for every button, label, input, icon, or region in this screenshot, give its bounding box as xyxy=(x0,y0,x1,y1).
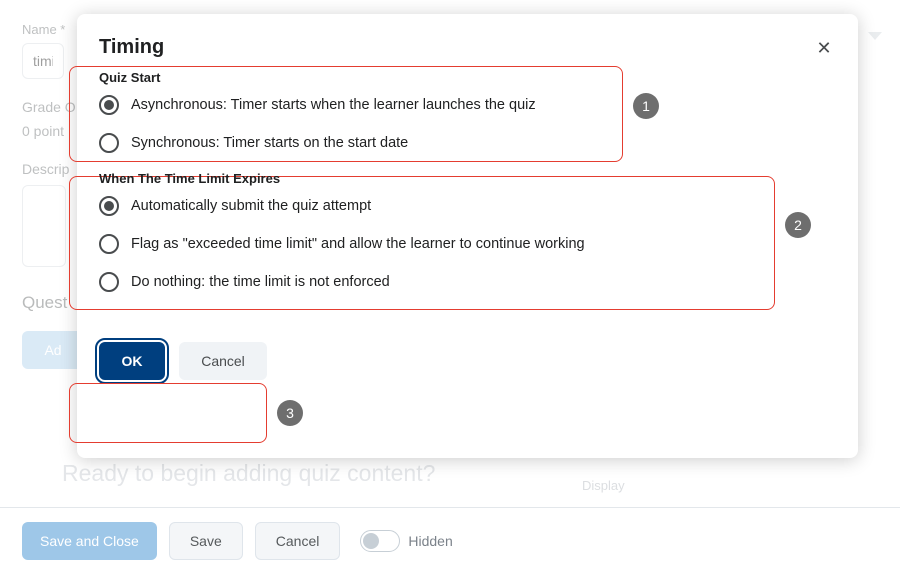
radio-label: Automatically submit the quiz attempt xyxy=(131,198,371,214)
display-label: Display xyxy=(582,478,625,493)
description-box[interactable] xyxy=(22,185,66,267)
toggle-switch[interactable] xyxy=(360,530,400,552)
radio-label: Flag as "exceeded time limit" and allow … xyxy=(131,236,585,252)
radio-label: Synchronous: Timer starts on the start d… xyxy=(131,135,408,151)
radio-label: Asynchronous: Timer starts when the lear… xyxy=(131,97,536,113)
time-expires-group: When The Time Limit Expires Automaticall… xyxy=(99,171,836,292)
radio-do-nothing[interactable]: Do nothing: the time limit is not enforc… xyxy=(99,272,836,292)
radio-auto-submit[interactable]: Automatically submit the quiz attempt xyxy=(99,196,836,216)
annotation-outline-3 xyxy=(69,383,267,443)
toggle-label: Hidden xyxy=(408,533,452,549)
radio-sync[interactable]: Synchronous: Timer starts on the start d… xyxy=(99,133,836,153)
visibility-toggle[interactable]: Hidden xyxy=(360,530,452,552)
add-button[interactable]: Ad xyxy=(22,331,84,369)
cancel-button[interactable]: Cancel xyxy=(255,522,341,560)
dialog-title: Timing xyxy=(99,36,164,59)
radio-icon xyxy=(99,133,119,153)
radio-icon xyxy=(99,234,119,254)
quiz-start-group: Quiz Start Asynchronous: Timer starts wh… xyxy=(99,70,836,153)
quiz-start-title: Quiz Start xyxy=(99,70,836,85)
name-input[interactable] xyxy=(22,43,64,79)
save-button[interactable]: Save xyxy=(169,522,243,560)
footer-bar: Save and Close Save Cancel Hidden xyxy=(0,507,900,573)
radio-label: Do nothing: the time limit is not enforc… xyxy=(131,274,390,290)
radio-flag-exceeded[interactable]: Flag as "exceeded time limit" and allow … xyxy=(99,234,836,254)
dialog-button-row: OK Cancel xyxy=(99,342,836,380)
dialog-cancel-button[interactable]: Cancel xyxy=(179,342,267,380)
radio-icon xyxy=(99,196,119,216)
annotation-badge-3: 3 xyxy=(277,400,303,426)
ready-text: Ready to begin adding quiz content? xyxy=(62,460,435,487)
time-expires-title: When The Time Limit Expires xyxy=(99,171,836,186)
chevron-down-icon[interactable] xyxy=(868,32,882,40)
close-icon[interactable]: ✕ xyxy=(812,36,836,60)
radio-icon xyxy=(99,272,119,292)
timing-dialog: Timing ✕ 1 Quiz Start Asynchronous: Time… xyxy=(77,14,858,458)
save-and-close-button[interactable]: Save and Close xyxy=(22,522,157,560)
radio-icon xyxy=(99,95,119,115)
ok-button[interactable]: OK xyxy=(99,342,165,380)
radio-async[interactable]: Asynchronous: Timer starts when the lear… xyxy=(99,95,836,115)
name-label-text: Name * xyxy=(22,22,65,37)
